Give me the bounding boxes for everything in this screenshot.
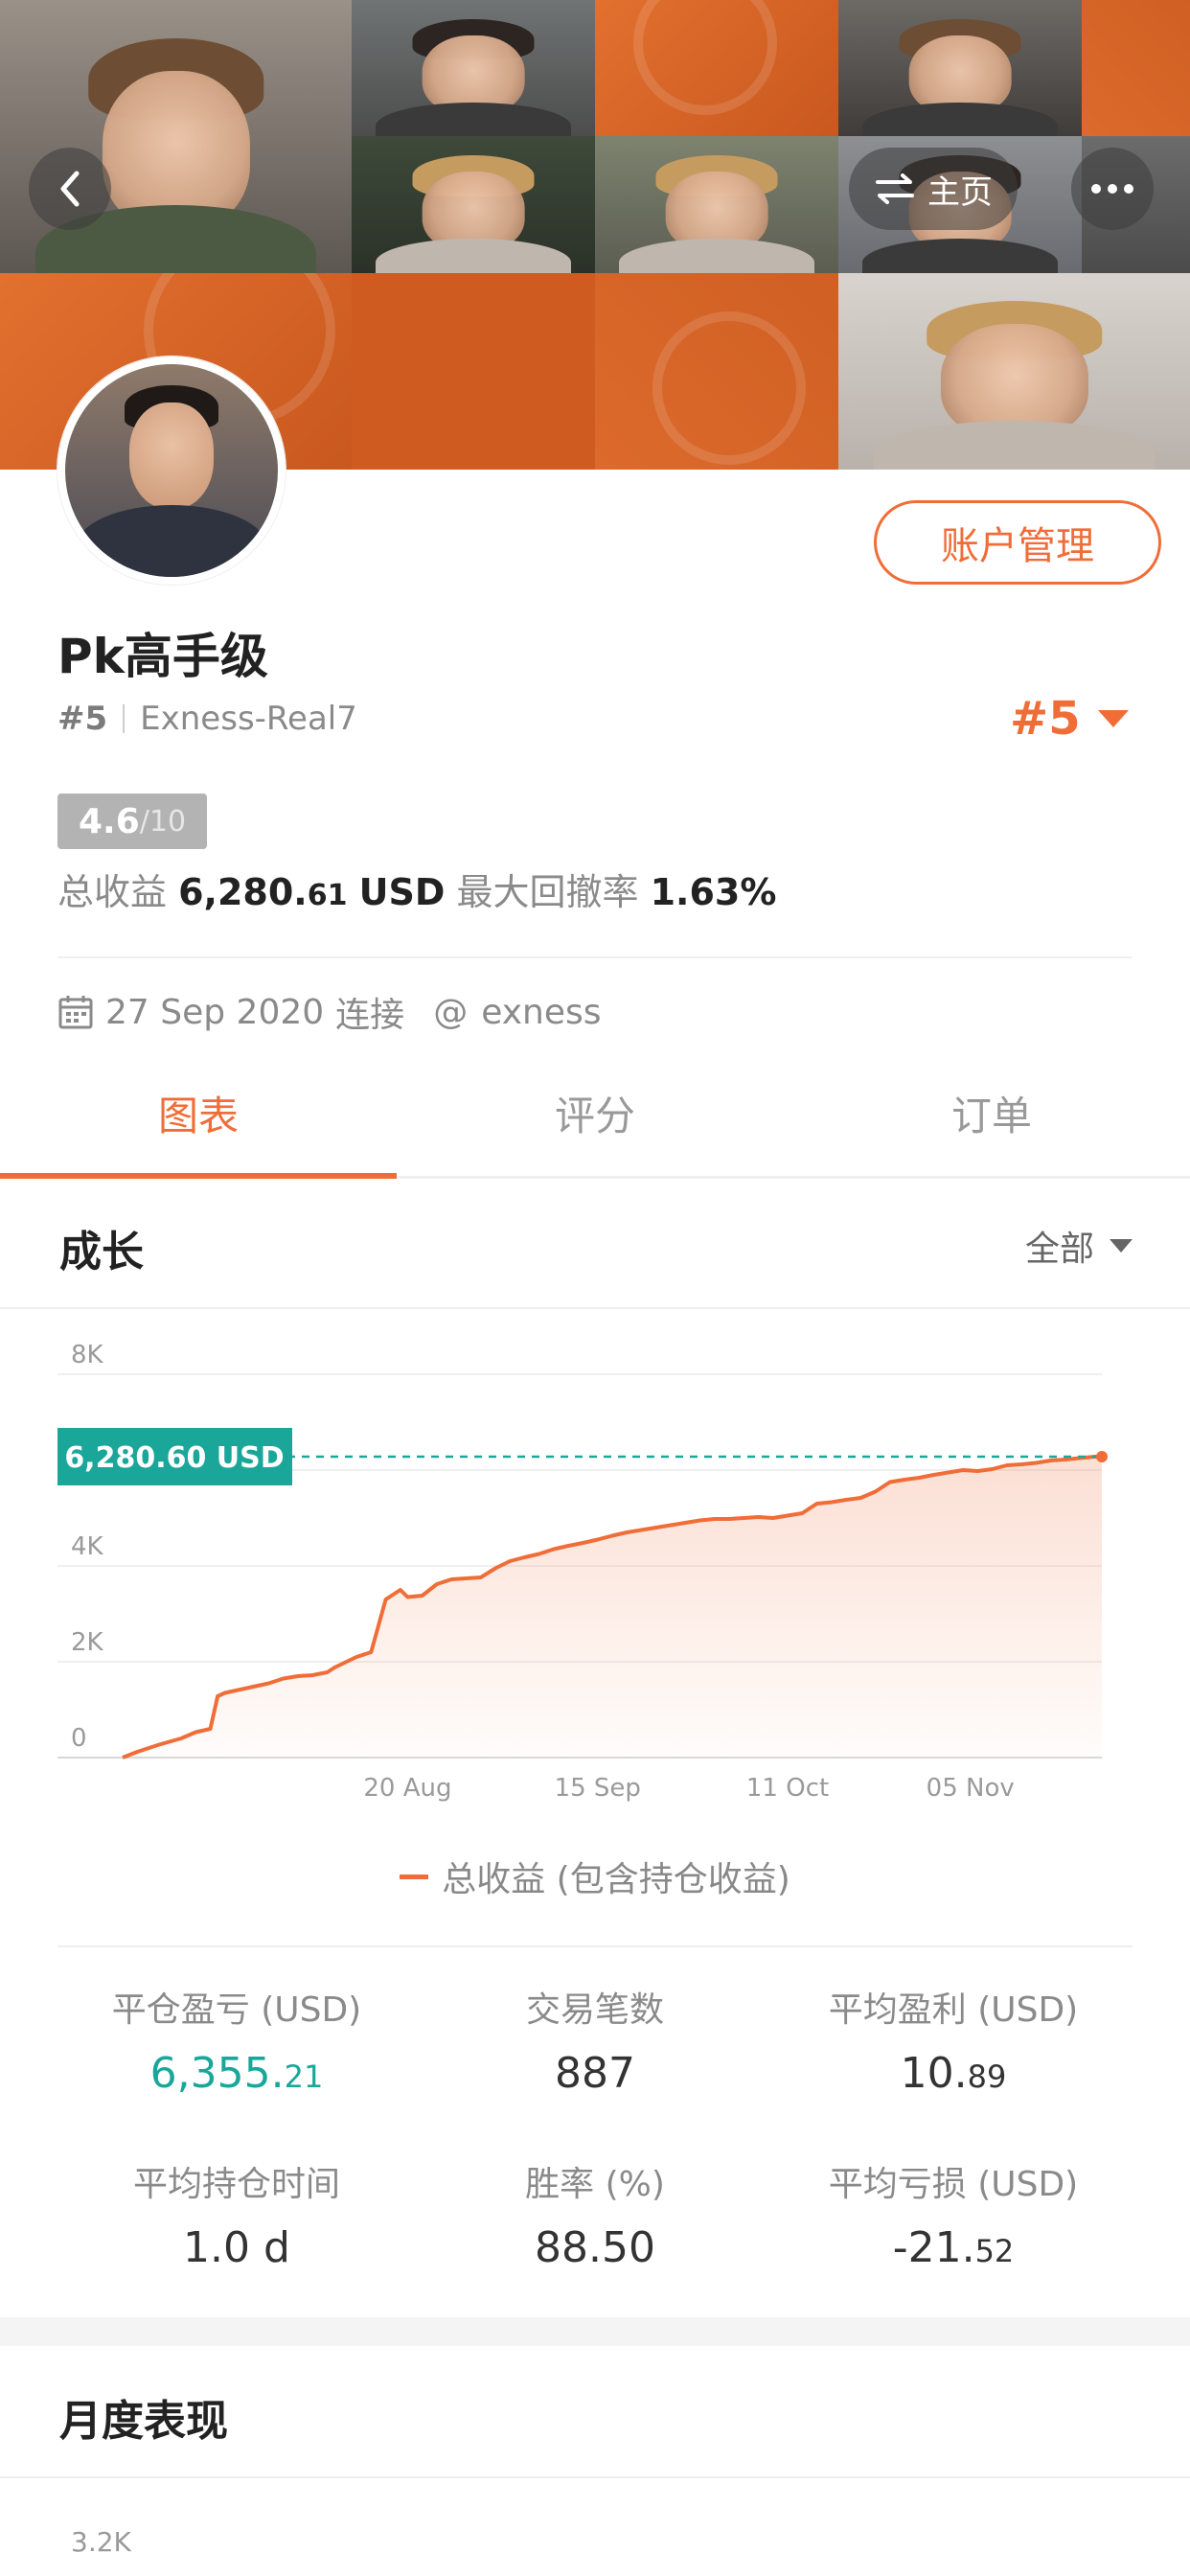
stat-value: 6,355.21 [149, 2049, 324, 2098]
max-drawdown-label: 最大回撤率 [456, 871, 639, 913]
stat-avg-hold-time: 平均持仓时间 1.0 d [57, 2156, 416, 2272]
stat-avg-profit: 平均盈利 (USD) 10.89 [774, 1982, 1133, 2098]
divider [0, 2476, 1190, 2478]
stat-value: 887 [555, 2049, 635, 2098]
more-dots-icon [1091, 184, 1133, 194]
total-profit-int: 6,280. [178, 871, 308, 913]
connected-label: 连接 [335, 996, 405, 1035]
score-badge: 4.6 /10 [57, 794, 208, 849]
tab-chart[interactable]: 图表 [0, 1050, 397, 1179]
cover-photo-tile [838, 273, 1190, 470]
y-tick-label: 8K [71, 1341, 104, 1369]
broker-name: exness [481, 992, 602, 1032]
stat-avg-loss: 平均亏损 (USD) -21.52 [774, 2156, 1133, 2272]
profit-drawdown-line: 总收益 6,280.61 USD 最大回撤率 1.63% [57, 862, 776, 915]
last-point [1096, 1451, 1108, 1462]
switch-home-button[interactable]: 主页 [849, 148, 1018, 230]
triangle-down-icon [1110, 1239, 1133, 1253]
total-profit-dec: 61 [307, 879, 348, 912]
score-value: 4.6 [79, 801, 140, 841]
period-filter[interactable]: 全部 [1025, 1221, 1133, 1271]
growth-title: 成长 [59, 1228, 144, 1276]
stat-win-rate: 胜率 (%) 88.50 [416, 2156, 774, 2272]
summary-stats [57, 1945, 1133, 1947]
growth-chart[interactable]: 0 2K 4K 8K 20 Aug 15 Sep 11 Oct 05 Nov 6,280.60 … [0, 1309, 1190, 1922]
stat-label: 交易笔数 [525, 1990, 664, 2030]
total-profit-unit: USD [358, 871, 446, 913]
stat-value: 1.0 d [183, 2223, 290, 2272]
stat-label: 平仓盈亏 (USD) [111, 1990, 362, 2030]
tab-orders[interactable]: 订单 [793, 1050, 1190, 1176]
connected-date: 27 Sep 2020 [105, 992, 325, 1032]
y-tick-label: 4K [71, 1532, 104, 1561]
calendar-icon [58, 996, 93, 1029]
rank-dropdown[interactable]: #5 [1010, 692, 1129, 746]
rank-dropdown-label: #5 [1010, 692, 1081, 746]
stat-trade-count: 交易笔数 887 [416, 1982, 774, 2098]
cover-pattern-tile [352, 273, 595, 470]
cover-pattern-tile [595, 0, 838, 136]
stat-label: 平均盈利 (USD) [828, 1990, 1079, 2030]
x-tick-label: 05 Nov [927, 1774, 1015, 1803]
rank-label: #5 [57, 700, 108, 738]
score-denominator: /10 [139, 804, 187, 839]
current-value-text: 6,280.60 USD [64, 1441, 284, 1475]
y-tick-label: 0 [71, 1724, 87, 1753]
monthly-y-tick: 3.2K [71, 2526, 131, 2558]
cover-pattern-tile [595, 273, 838, 470]
stat-value: 10.89 [900, 2049, 1007, 2098]
tab-bar: 图表 评分 订单 [0, 1050, 1190, 1179]
back-button[interactable] [29, 148, 111, 230]
y-tick-label: 2K [71, 1628, 104, 1657]
profile-name: Pk高手级 [57, 629, 268, 684]
total-profit-label: 总收益 [57, 871, 168, 913]
stat-label: 胜率 (%) [525, 2165, 665, 2204]
at-icon: @ [433, 992, 469, 1032]
cover-pattern-tile [1082, 0, 1190, 136]
triangle-down-icon [1097, 710, 1129, 727]
stat-value: -21.52 [892, 2223, 1015, 2272]
monthly-title: 月度表现 [59, 2397, 228, 2446]
profile-meta: 27 Sep 2020 连接 @ exness [57, 987, 601, 1037]
cover-photo-tile [352, 0, 595, 136]
stat-label: 平均持仓时间 [132, 2165, 340, 2204]
more-button[interactable] [1071, 148, 1154, 230]
account-management-button[interactable]: 账户管理 [874, 500, 1161, 585]
rank-server-line: #5 Exness-Real7 [57, 700, 357, 738]
tab-rating[interactable]: 评分 [397, 1050, 793, 1176]
chart-legend: 总收益 (包含持仓收益) [0, 1852, 1190, 1901]
divider [57, 956, 1133, 958]
stat-value: 88.50 [535, 2223, 655, 2272]
period-filter-label: 全部 [1024, 1230, 1094, 1269]
swap-icon [876, 173, 914, 204]
cover-photo-tile [352, 136, 595, 273]
series-area [123, 1457, 1102, 1758]
legend-label: 总收益 (包含持仓收益) [442, 1860, 790, 1899]
server-name: Exness-Real7 [140, 700, 357, 738]
x-tick-label: 15 Sep [555, 1774, 641, 1803]
avatar[interactable] [57, 356, 286, 585]
cover-photo-tile [0, 0, 352, 273]
stat-label: 平均亏损 (USD) [828, 2165, 1079, 2204]
section-gap [0, 2317, 1190, 2346]
home-label: 主页 [927, 172, 993, 212]
x-tick-label: 20 Aug [363, 1774, 451, 1803]
cover-photo-tile [595, 136, 838, 273]
x-tick-label: 11 Oct [746, 1774, 829, 1803]
stat-closed-pnl: 平仓盈亏 (USD) 6,355.21 [57, 1982, 416, 2098]
separator [123, 704, 126, 733]
max-drawdown-value: 1.63% [650, 871, 777, 913]
chevron-left-icon [60, 171, 80, 207]
cover-photo-tile [838, 0, 1082, 136]
growth-header: 成长 全部 [0, 1179, 1190, 1309]
legend-swatch [400, 1874, 429, 1879]
